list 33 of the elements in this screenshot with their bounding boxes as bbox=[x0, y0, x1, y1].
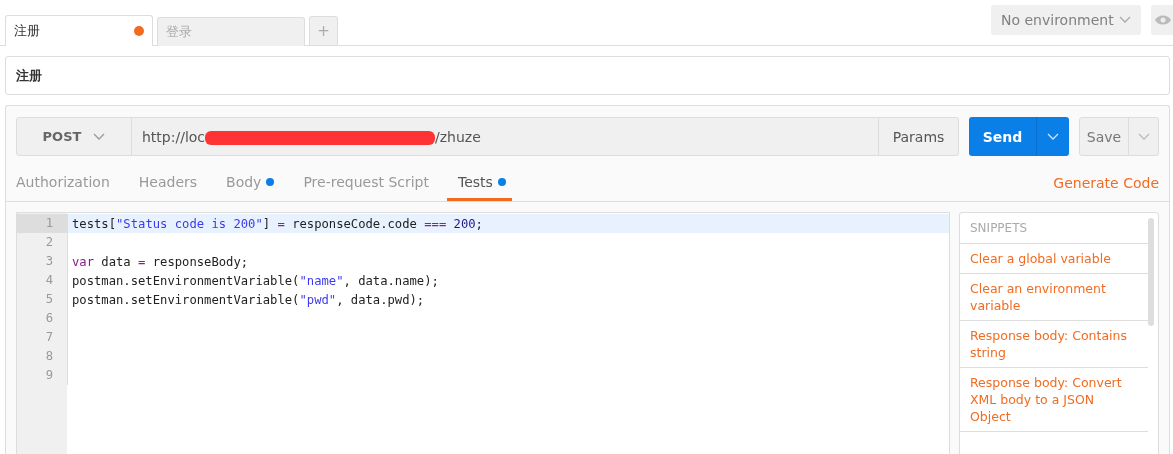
line-number: 6 bbox=[17, 309, 68, 328]
request-tab[interactable]: 登录 bbox=[157, 17, 305, 46]
section-tab[interactable]: Tests bbox=[447, 174, 512, 201]
line-number: 1 bbox=[17, 214, 68, 233]
line-number: 3 bbox=[17, 252, 68, 271]
new-tab-button[interactable]: + bbox=[309, 16, 338, 45]
section-tab[interactable]: Authorization bbox=[11, 174, 116, 201]
line-number: 5 bbox=[17, 290, 68, 309]
section-tab[interactable]: Body bbox=[221, 174, 281, 201]
eye-icon bbox=[1154, 14, 1172, 26]
chevron-down-icon bbox=[1047, 132, 1059, 141]
request-tab[interactable]: 注册 bbox=[5, 15, 153, 46]
snippet-link[interactable]: Response body: Convert XML body to a JSON Object bbox=[960, 368, 1148, 432]
line-number: 4 bbox=[17, 271, 68, 290]
snippet-link[interactable]: Response body: Contains string bbox=[960, 321, 1148, 368]
generate-code-link[interactable]: Generate Code bbox=[1053, 175, 1159, 201]
chevron-down-icon bbox=[1137, 132, 1150, 141]
code-line: tests["Status code is 200"] = responseCode.code === 200; bbox=[71, 216, 483, 231]
line-number: 9 bbox=[17, 366, 68, 385]
scrollbar-thumb[interactable] bbox=[1148, 218, 1154, 326]
code-line: postman.setEnvironmentVariable("name", data.name); bbox=[71, 273, 439, 288]
section-tab[interactable]: Pre-request Script bbox=[298, 174, 435, 201]
code-editor[interactable]: 1 tests["Status code is 200"] = responseCode.code === 200; 2 3 var data = responseBody; 4 postman.setEnvironmentVariable("name", data.name); 5 postman.setEnvironmentVariable("pwd", data.pwd); 6 7 8 9 bbox=[16, 212, 950, 454]
line-number: 7 bbox=[17, 328, 68, 347]
environment-dropdown[interactable]: No environment bbox=[991, 5, 1141, 35]
section-tab[interactable]: Headers bbox=[133, 174, 204, 201]
line-number: 8 bbox=[17, 347, 68, 366]
line-number: 2 bbox=[17, 233, 68, 252]
eye-button[interactable] bbox=[1151, 5, 1173, 35]
chevron-down-icon bbox=[1119, 16, 1131, 24]
code-line: postman.setEnvironmentVariable("pwd", data.pwd); bbox=[71, 292, 425, 307]
request-name-field[interactable]: 注册 bbox=[5, 56, 1170, 95]
code-line: var data = responseBody; bbox=[71, 254, 249, 269]
